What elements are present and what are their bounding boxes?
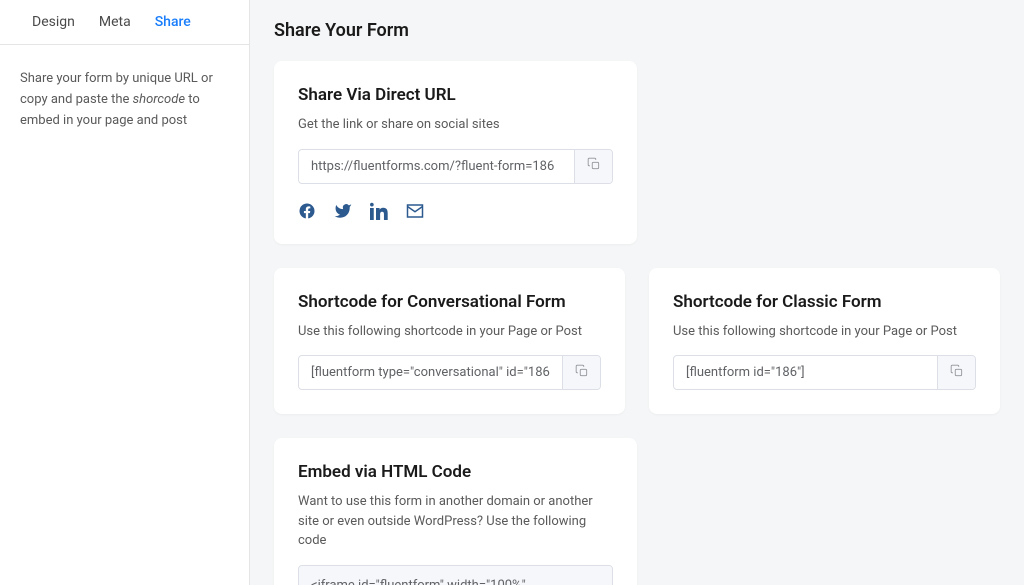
twitter-icon[interactable] xyxy=(334,202,352,220)
classic-title: Shortcode for Classic Form xyxy=(673,292,976,312)
sidebar-description: Share your form by unique URL or copy an… xyxy=(0,45,249,155)
social-share-row xyxy=(298,202,613,220)
tab-meta[interactable]: Meta xyxy=(87,0,143,44)
email-icon[interactable] xyxy=(406,202,424,220)
classic-shortcode-card: Shortcode for Classic Form Use this foll… xyxy=(649,268,1000,415)
copy-conversational-button[interactable] xyxy=(562,356,600,389)
embed-title: Embed via HTML Code xyxy=(298,462,613,482)
embed-textarea[interactable]: <iframe id="fluentform" width="100%" hei… xyxy=(298,565,613,585)
classic-input-group xyxy=(673,355,976,390)
copy-classic-button[interactable] xyxy=(937,356,975,389)
classic-subtitle: Use this following shortcode in your Pag… xyxy=(673,322,976,342)
copy-icon xyxy=(575,364,589,382)
conversational-title: Shortcode for Conversational Form xyxy=(298,292,601,312)
sidebar-desc-italic: shorcode xyxy=(133,92,185,107)
copy-icon xyxy=(950,364,964,382)
shortcode-row: Shortcode for Conversational Form Use th… xyxy=(274,268,1000,439)
tab-design[interactable]: Design xyxy=(20,0,87,44)
direct-url-title: Share Via Direct URL xyxy=(298,85,613,105)
conversational-input[interactable] xyxy=(299,356,562,389)
facebook-icon[interactable] xyxy=(298,202,316,220)
direct-url-input-group xyxy=(298,149,613,184)
sidebar-tabs: Design Meta Share xyxy=(0,0,249,45)
classic-input[interactable] xyxy=(674,356,937,389)
embed-subtitle: Want to use this form in another domain … xyxy=(298,492,613,551)
direct-url-input[interactable] xyxy=(299,150,574,183)
conversational-shortcode-card: Shortcode for Conversational Form Use th… xyxy=(274,268,625,415)
conversational-subtitle: Use this following shortcode in your Pag… xyxy=(298,322,601,342)
tab-share[interactable]: Share xyxy=(143,0,203,44)
linkedin-icon[interactable] xyxy=(370,202,388,220)
direct-url-subtitle: Get the link or share on social sites xyxy=(298,115,613,135)
embed-card: Embed via HTML Code Want to use this for… xyxy=(274,438,637,585)
page-title: Share Your Form xyxy=(274,20,1000,41)
direct-url-card: Share Via Direct URL Get the link or sha… xyxy=(274,61,637,244)
sidebar: Design Meta Share Share your form by uni… xyxy=(0,0,250,585)
copy-icon xyxy=(587,157,601,175)
main-content: Share Your Form Share Via Direct URL Get… xyxy=(250,0,1024,585)
conversational-input-group xyxy=(298,355,601,390)
copy-url-button[interactable] xyxy=(574,150,612,183)
